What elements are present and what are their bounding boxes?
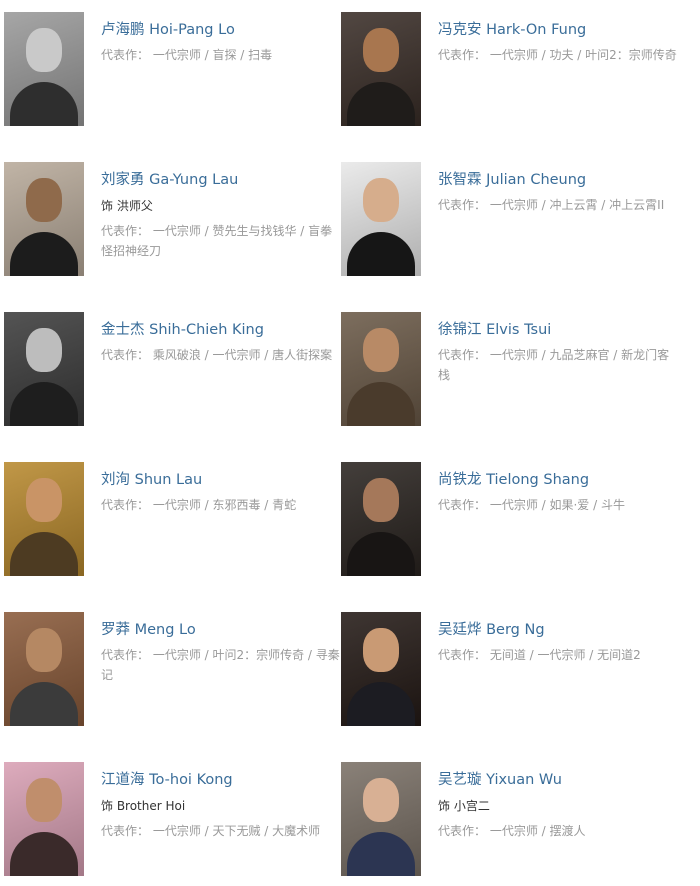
representative-works: 代表作： 一代宗师 / 天下无贼 / 大魔术师: [101, 824, 321, 838]
character-role: 饰 小宫二: [438, 799, 490, 813]
actor-photo[interactable]: [341, 312, 421, 426]
actor-name-link[interactable]: 江道海 To-hoi Kong: [101, 770, 341, 790]
actor-name-link[interactable]: 吴廷烨 Berg Ng: [438, 620, 678, 640]
actor-name-link[interactable]: 刘洵 Shun Lau: [101, 470, 341, 490]
actor-photo[interactable]: [341, 612, 421, 726]
cast-card: 刘家勇 Ga-Yung Lau 饰 洪师父 代表作： 一代宗师 / 赞先生与找钱…: [4, 162, 344, 280]
actor-name-link[interactable]: 冯克安 Hark-On Fung: [438, 20, 678, 40]
actor-photo[interactable]: [341, 162, 421, 276]
actor-name-link[interactable]: 尚铁龙 Tielong Shang: [438, 470, 678, 490]
representative-works: 代表作： 一代宗师 / 赞先生与找钱华 / 盲拳怪招神经刀: [101, 224, 333, 258]
actor-name-link[interactable]: 罗莽 Meng Lo: [101, 620, 341, 640]
representative-works: 代表作： 一代宗师 / 功夫 / 叶问2：宗师传奇: [438, 48, 677, 62]
cast-card: 尚铁龙 Tielong Shang 代表作： 一代宗师 / 如果·爱 / 斗牛: [341, 462, 681, 580]
actor-photo[interactable]: [4, 462, 84, 576]
cast-card: 刘洵 Shun Lau 代表作： 一代宗师 / 东邪西毒 / 青蛇: [4, 462, 344, 580]
cast-card: 金士杰 Shih-Chieh King 代表作： 乘风破浪 / 一代宗师 / 唐…: [4, 312, 344, 430]
representative-works: 代表作： 无间道 / 一代宗师 / 无间道2: [438, 648, 641, 662]
cast-card: 冯克安 Hark-On Fung 代表作： 一代宗师 / 功夫 / 叶问2：宗师…: [341, 12, 681, 130]
character-role: 饰 Brother Hoi: [101, 799, 186, 813]
cast-card: 吴廷烨 Berg Ng 代表作： 无间道 / 一代宗师 / 无间道2: [341, 612, 681, 730]
actor-photo[interactable]: [4, 762, 84, 876]
actor-name-link[interactable]: 卢海鹏 Hoi-Pang Lo: [101, 20, 341, 40]
representative-works: 代表作： 一代宗师 / 东邪西毒 / 青蛇: [101, 498, 297, 512]
cast-card: 卢海鹏 Hoi-Pang Lo 代表作： 一代宗师 / 盲探 / 扫毒: [4, 12, 344, 130]
cast-card: 罗莽 Meng Lo 代表作： 一代宗师 / 叶问2：宗师传奇 / 寻秦记: [4, 612, 344, 730]
character-role: 饰 洪师父: [101, 199, 153, 213]
cast-card: 徐锦江 Elvis Tsui 代表作： 一代宗师 / 九品芝麻官 / 新龙门客栈: [341, 312, 681, 430]
actor-photo[interactable]: [341, 462, 421, 576]
actor-photo[interactable]: [4, 162, 84, 276]
cast-card: 江道海 To-hoi Kong 饰 Brother Hoi 代表作： 一代宗师 …: [4, 762, 344, 880]
actor-name-link[interactable]: 刘家勇 Ga-Yung Lau: [101, 170, 341, 190]
actor-name-link[interactable]: 吴艺璇 Yixuan Wu: [438, 770, 678, 790]
representative-works: 代表作： 一代宗师 / 九品芝麻官 / 新龙门客栈: [438, 348, 670, 382]
cast-grid: 卢海鹏 Hoi-Pang Lo 代表作： 一代宗师 / 盲探 / 扫毒 冯克安 …: [0, 0, 700, 886]
representative-works: 代表作： 一代宗师 / 叶问2：宗师传奇 / 寻秦记: [101, 648, 340, 682]
cast-card: 张智霖 Julian Cheung 代表作： 一代宗师 / 冲上云霄 / 冲上云…: [341, 162, 681, 280]
representative-works: 代表作： 一代宗师 / 盲探 / 扫毒: [101, 48, 273, 62]
representative-works: 代表作： 一代宗师 / 摆渡人: [438, 824, 586, 838]
actor-photo[interactable]: [4, 612, 84, 726]
representative-works: 代表作： 乘风破浪 / 一代宗师 / 唐人街探案: [101, 348, 333, 362]
actor-photo[interactable]: [4, 12, 84, 126]
actor-photo[interactable]: [341, 12, 421, 126]
representative-works: 代表作： 一代宗师 / 冲上云霄 / 冲上云霄II: [438, 198, 665, 212]
actor-name-link[interactable]: 张智霖 Julian Cheung: [438, 170, 678, 190]
cast-card: 吴艺璇 Yixuan Wu 饰 小宫二 代表作： 一代宗师 / 摆渡人: [341, 762, 681, 880]
actor-photo[interactable]: [341, 762, 421, 876]
actor-name-link[interactable]: 金士杰 Shih-Chieh King: [101, 320, 341, 340]
actor-photo[interactable]: [4, 312, 84, 426]
actor-name-link[interactable]: 徐锦江 Elvis Tsui: [438, 320, 678, 340]
representative-works: 代表作： 一代宗师 / 如果·爱 / 斗牛: [438, 498, 625, 512]
